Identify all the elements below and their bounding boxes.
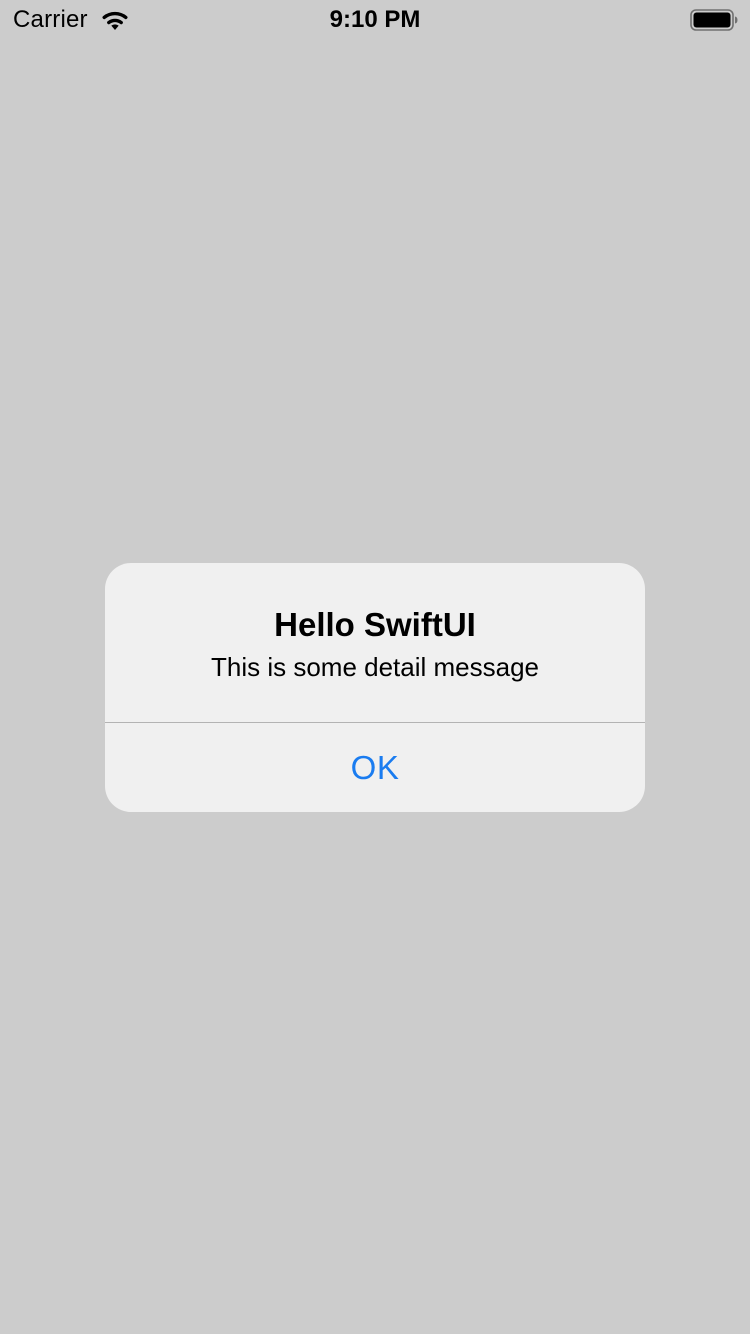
alert-message: This is some detail message: [210, 652, 540, 682]
ok-button[interactable]: OK: [105, 723, 645, 812]
status-bar: Carrier 9:10 PM: [0, 0, 750, 40]
alert-title: Hello SwiftUI: [274, 606, 476, 643]
status-time: 9:10 PM: [329, 6, 421, 33]
battery-icon: [690, 9, 738, 31]
alert-dialog: Hello SwiftUI This is some detail messag…: [105, 563, 645, 812]
